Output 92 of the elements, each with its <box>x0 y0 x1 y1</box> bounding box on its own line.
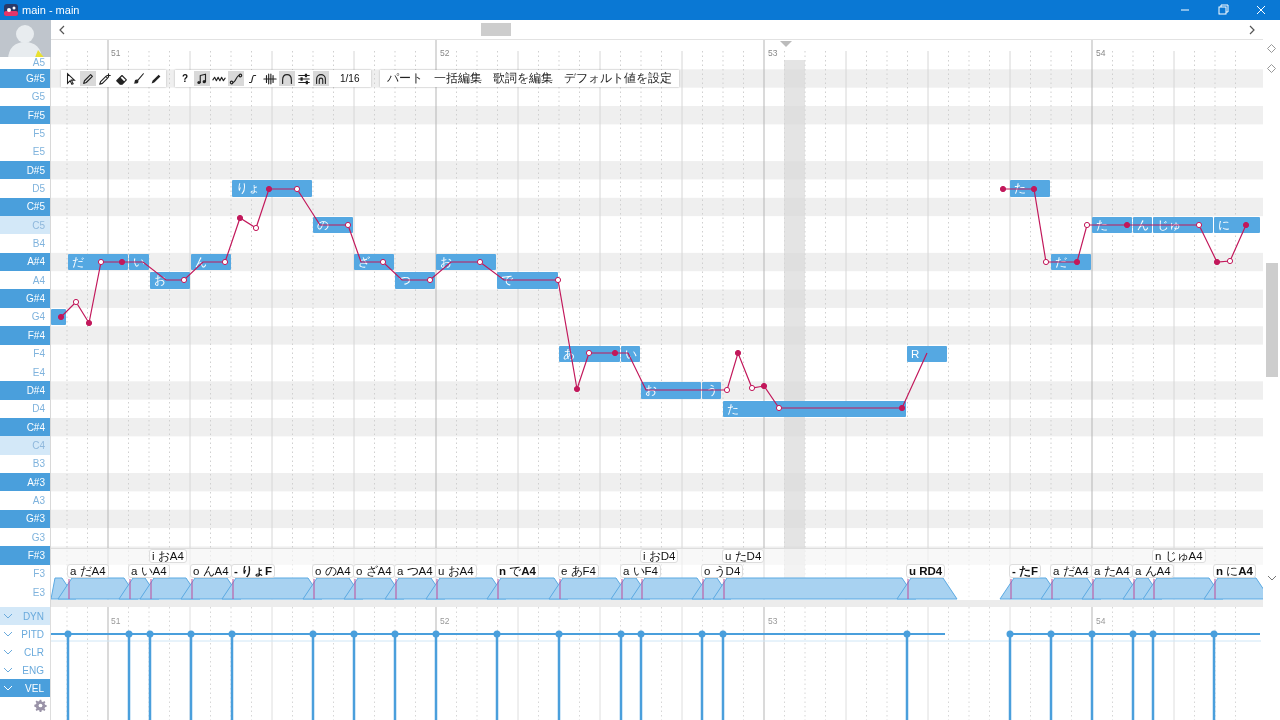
velocity-curve-drawing[interactable] <box>51 630 1261 720</box>
measure-number: 51 <box>111 48 121 58</box>
piano-key[interactable]: C4 <box>0 436 50 455</box>
note-block[interactable]: R <box>907 345 947 362</box>
chevron-down-icon <box>3 685 13 691</box>
phoneme-label[interactable]: a んA4 <box>1132 564 1174 578</box>
chevron-down-icon <box>3 613 13 619</box>
curve-icon <box>229 71 243 86</box>
piano-key[interactable]: F#5 <box>0 106 50 125</box>
chevron-left-icon <box>58 24 66 35</box>
phoneme-envelope[interactable] <box>896 577 958 600</box>
phoneme-label[interactable]: o ざA4 <box>353 564 395 578</box>
phoneme-label[interactable]: e あF4 <box>558 564 599 578</box>
toggle-button[interactable] <box>262 71 278 86</box>
toggle-button[interactable] <box>279 71 295 86</box>
brush-icon <box>132 71 146 86</box>
phoneme-label[interactable]: a たA4 <box>1091 564 1133 578</box>
app-icon <box>4 3 18 17</box>
phoneme-label[interactable]: o のA4 <box>312 564 354 578</box>
pitch-curve[interactable] <box>999 185 1250 266</box>
music-note-icon <box>195 71 209 86</box>
comb-icon <box>263 71 277 86</box>
phoneme-envelope[interactable] <box>1203 577 1263 600</box>
toggle-button[interactable] <box>313 71 329 86</box>
expression-tab[interactable]: DYN <box>0 607 50 625</box>
piano-key[interactable]: F#4 <box>0 326 50 345</box>
measure-number: 52 <box>440 48 450 58</box>
menu-button[interactable]: パート <box>382 71 429 86</box>
toggle-button[interactable]: ? <box>177 71 193 86</box>
scrollbar-thumb[interactable] <box>481 23 511 36</box>
measure-number: 54 <box>1096 616 1106 626</box>
expression-tab[interactable]: VEL <box>0 679 50 697</box>
phoneme-label[interactable]: a つA4 <box>394 564 436 578</box>
phoneme-label[interactable]: a だA4 <box>67 564 109 578</box>
window-title: main - main <box>22 2 81 18</box>
piano-key[interactable]: C5 <box>0 216 50 235</box>
measure-number: 53 <box>768 48 778 58</box>
chevron-right-icon <box>1248 24 1256 35</box>
arch-icon <box>280 71 294 86</box>
chevron-down-icon[interactable] <box>1266 575 1277 582</box>
pencil-icon <box>81 71 95 86</box>
settings-icon[interactable] <box>34 699 47 712</box>
phoneme-label[interactable]: u おA4 <box>435 564 477 578</box>
chevron-down-icon <box>3 631 13 637</box>
toggle-button[interactable] <box>228 71 244 86</box>
note-block[interactable]: い <box>621 345 640 362</box>
diamond-icon[interactable] <box>1267 64 1276 73</box>
sliders-icon <box>297 71 311 86</box>
phoneme-label[interactable]: n でA4 <box>496 564 539 578</box>
phoneme-label[interactable]: o うD4 <box>701 564 744 578</box>
tool-button[interactable] <box>97 71 113 86</box>
phoneme-label[interactable]: i おD4 <box>640 549 679 563</box>
piano-key[interactable]: G#4 <box>0 289 50 308</box>
measure-number: 53 <box>768 616 778 626</box>
double-arch-icon <box>314 71 328 86</box>
note-block[interactable]: りょ <box>232 180 312 197</box>
phoneme-label[interactable]: - たF <box>1009 564 1042 578</box>
toggle-button[interactable]: 1/16 <box>330 71 370 86</box>
phoneme-label[interactable]: u RD4 <box>906 564 946 578</box>
measure-number: 51 <box>111 616 121 626</box>
playhead-marker[interactable] <box>780 41 792 47</box>
diamond-icon[interactable] <box>1267 44 1276 53</box>
scrollbar-thumb[interactable] <box>1265 263 1278 377</box>
piano-key[interactable]: F#3 <box>0 546 50 565</box>
measure-number: 54 <box>1096 48 1106 58</box>
close-icon <box>1254 3 1268 17</box>
avatar <box>0 20 51 60</box>
phoneme-label[interactable]: - りょF <box>231 564 276 578</box>
measure-number: 52 <box>440 616 450 626</box>
tool-button[interactable] <box>80 71 96 86</box>
phoneme-label[interactable]: o んA4 <box>190 564 232 578</box>
restore-icon <box>1216 3 1230 17</box>
toggle-button[interactable] <box>194 71 210 86</box>
phoneme-label[interactable]: a いA4 <box>128 564 170 578</box>
phoneme-label[interactable]: u たD4 <box>722 549 765 563</box>
piano-key[interactable]: D#4 <box>0 381 50 400</box>
sparkle-pencil-icon <box>98 71 112 86</box>
piano-key[interactable]: G#5 <box>0 69 50 88</box>
toggle-button[interactable] <box>296 71 312 86</box>
chevron-down-icon <box>3 667 13 673</box>
phoneme-label[interactable]: i おA4 <box>149 549 187 563</box>
tool-button[interactable] <box>131 71 147 86</box>
menu-button[interactable]: 歌詞を編集 <box>488 71 559 86</box>
menu-button[interactable]: 一括編集 <box>429 71 488 86</box>
note-block[interactable]: に <box>1214 217 1260 234</box>
menu-button[interactable]: デフォルト値を設定 <box>559 71 678 86</box>
piano-key[interactable]: D#5 <box>0 161 50 180</box>
phoneme-label[interactable]: a だA4 <box>1050 564 1092 578</box>
phoneme-label[interactable]: n じゅA4 <box>1152 549 1206 563</box>
chevron-down-icon <box>3 649 13 655</box>
phoneme-label[interactable]: n にA4 <box>1213 564 1256 578</box>
phoneme-label[interactable]: a いF4 <box>620 564 661 578</box>
